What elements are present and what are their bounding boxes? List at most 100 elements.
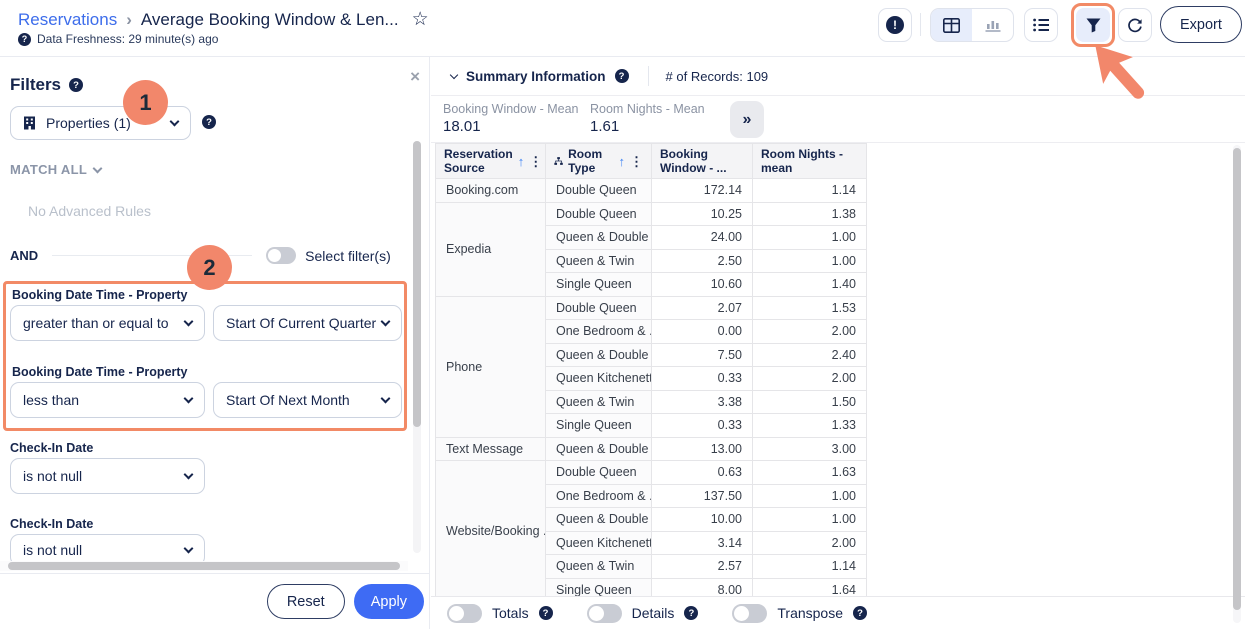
horizontal-scrollbar[interactable] [0,561,408,571]
top-bar: Reservations › Average Booking Window & … [0,0,1245,57]
totals-help-icon[interactable]: ? [539,606,553,620]
refresh-button[interactable] [1118,8,1152,42]
favorite-star-icon[interactable]: ☆ [412,8,429,31]
transpose-label: Transpose [777,605,843,621]
booking-window-cell: 3.14 [652,531,753,555]
room-type-cell: Queen & Double ... [546,343,652,367]
column-header-room-type[interactable]: Room Type ↑ ⋮ [546,144,652,179]
table-row: PhoneDouble Queen2.071.53 [436,296,867,320]
room-type-cell: Double Queen [546,461,652,485]
details-toggle[interactable] [587,604,622,623]
field-list-button[interactable] [1024,8,1058,42]
column-header-room-nights[interactable]: Room Nights - mean [753,144,867,179]
list-icon [1033,18,1050,32]
room-nights-cell: 1.33 [753,414,867,438]
annotation-step-1: 1 [123,80,168,125]
filters-title: Filters [10,75,61,95]
operator-dropdown[interactable]: is not null [10,458,205,494]
column-label: Reservation Source [444,147,513,175]
chevron-down-icon [93,163,103,173]
metric-value: 1.61 [590,118,705,135]
sort-ascending-icon[interactable]: ↑ [518,154,525,169]
bar-chart-icon [985,18,1001,32]
help-icon[interactable]: ? [18,33,31,46]
filters-panel: × Filters ? Properties (1) ? 1 MATCH ALL… [0,57,430,629]
properties-dropdown-label: Properties (1) [46,115,131,131]
match-all-label: MATCH ALL [10,162,87,177]
info-icon: ! [886,16,904,34]
filter-funnel-icon [1086,18,1101,33]
summary-metrics: Booking Window - Mean 18.01 Room Nights … [431,96,1245,143]
properties-help-icon[interactable]: ? [202,115,216,129]
filters-help-icon[interactable]: ? [69,78,83,92]
transpose-toggle[interactable] [732,604,767,623]
room-type-cell: One Bedroom & ... [546,484,652,508]
column-header-reservation-source[interactable]: Reservation Source ↑ ⋮ [436,144,546,179]
close-icon[interactable]: × [410,68,420,85]
metric-value: 18.01 [443,118,578,135]
chart-view-button[interactable] [972,9,1013,41]
column-header-booking-window[interactable]: Booking Window - ... [652,144,753,179]
booking-window-cell: 10.25 [652,202,753,226]
expand-metrics-button[interactable]: » [730,101,764,138]
divider [648,66,649,86]
booking-window-cell: 24.00 [652,226,753,250]
metric-room-nights-mean: Room Nights - Mean 1.61 [590,102,705,135]
results-table: Reservation Source ↑ ⋮ [435,143,867,597]
reset-button[interactable]: Reset [267,584,345,619]
room-nights-cell: 1.38 [753,202,867,226]
column-menu-icon[interactable]: ⋮ [529,155,542,168]
table-view-button[interactable] [931,9,972,41]
filters-vertical-scrollbar[interactable] [413,141,421,553]
booking-window-cell: 8.00 [652,578,753,597]
booking-window-cell: 0.63 [652,461,753,485]
sort-ascending-icon[interactable]: ↑ [619,154,626,169]
room-nights-cell: 1.64 [753,578,867,597]
records-count: # of Records: 109 [666,69,769,84]
room-nights-cell: 1.40 [753,273,867,297]
reservation-source-cell: Website/Booking ... [436,461,546,598]
table-row: Text MessageQueen & Double ...13.003.00 [436,437,867,461]
room-type-cell: Double Queen [546,296,652,320]
details-control: Details ? [587,604,699,623]
reservation-source-cell: Phone [436,296,546,437]
metric-booking-window-mean: Booking Window - Mean 18.01 [443,102,578,135]
room-nights-cell: 1.63 [753,461,867,485]
room-nights-cell: 1.14 [753,555,867,579]
room-nights-cell: 1.00 [753,249,867,273]
filter-button[interactable] [1076,8,1110,42]
results-table-body: Booking.comDouble Queen172.141.14Expedia… [436,179,867,598]
transpose-control: Transpose ? [732,604,867,623]
room-nights-cell: 1.50 [753,390,867,414]
reservation-source-cell: Booking.com [436,179,546,203]
info-button[interactable]: ! [878,8,912,42]
booking-window-cell: 7.50 [652,343,753,367]
room-nights-cell: 2.00 [753,320,867,344]
room-type-cell: Single Queen [546,578,652,597]
select-filters-label: Select filter(s) [305,248,391,264]
match-all-dropdown[interactable]: MATCH ALL [10,162,101,177]
report-content: Summary Information ? # of Records: 109 … [431,57,1245,629]
breadcrumb-reservations-link[interactable]: Reservations [18,10,117,30]
column-menu-icon[interactable]: ⋮ [630,155,643,168]
column-label: Room Type [568,147,613,175]
booking-window-cell: 2.50 [652,249,753,273]
transpose-help-icon[interactable]: ? [853,606,867,620]
totals-control: Totals ? [447,604,553,623]
annotation-step-2: 2 [187,245,232,290]
table-vertical-scrollbar[interactable] [1233,145,1241,623]
room-type-cell: Single Queen [546,273,652,297]
summary-help-icon[interactable]: ? [615,69,629,83]
results-table-wrapper: Reservation Source ↑ ⋮ [435,143,867,597]
toolbar-divider [920,13,921,36]
filter-rule-label: Check-In Date [10,441,93,455]
select-filters-toggle[interactable] [266,247,296,264]
summary-collapse-toggle[interactable]: Summary Information ? [451,69,629,84]
export-button[interactable]: Export [1160,6,1242,43]
totals-toggle[interactable] [447,604,482,623]
table-options-bar: Totals ? Details ? Transpose ? [431,596,1245,629]
export-label: Export [1180,17,1222,33]
details-help-icon[interactable]: ? [684,606,698,620]
room-nights-cell: 1.14 [753,179,867,203]
apply-button[interactable]: Apply [354,584,424,619]
